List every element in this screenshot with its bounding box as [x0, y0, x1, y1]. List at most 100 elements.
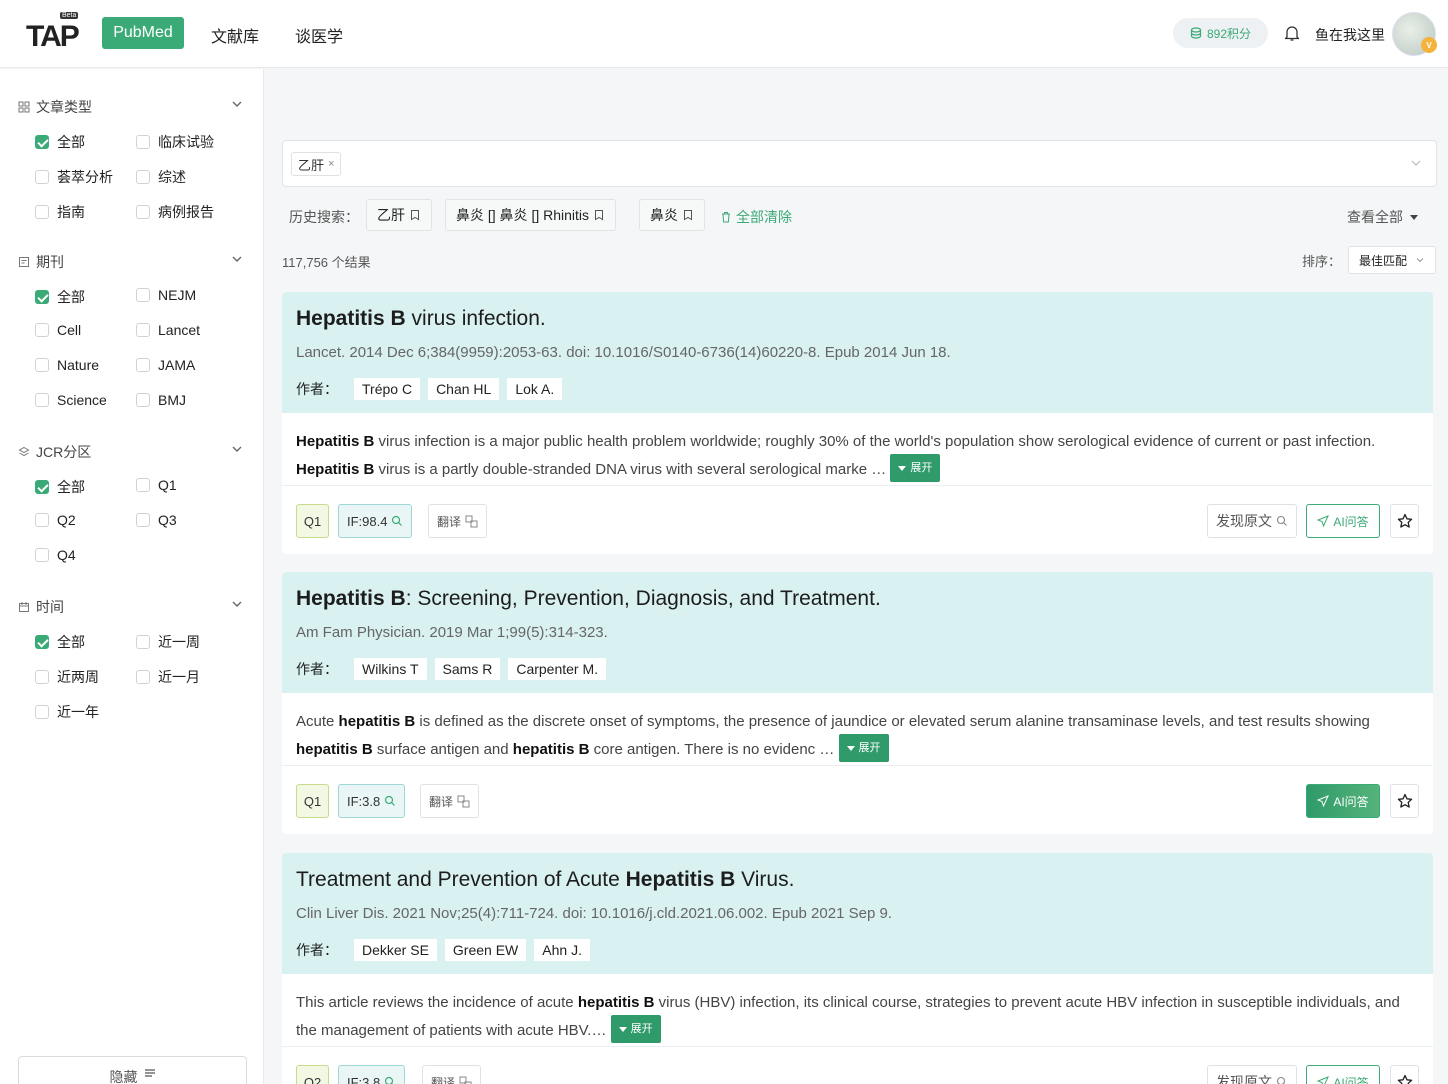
chevron-down-icon[interactable] — [230, 97, 244, 111]
checkbox-jama[interactable]: JAMA — [136, 357, 195, 373]
find-original-button[interactable]: 发现原文 — [1207, 1065, 1297, 1084]
points-badge[interactable]: 892积分 — [1173, 18, 1268, 48]
checkbox-lancet[interactable]: Lancet — [136, 322, 200, 338]
coins-icon — [1190, 27, 1202, 39]
search-tag[interactable]: 乙肝 × — [291, 152, 342, 176]
chevron-down-icon[interactable] — [1410, 157, 1422, 169]
checkbox-q1[interactable]: Q1 — [136, 477, 177, 493]
author-tag[interactable]: Chan HL — [428, 378, 500, 400]
expand-button[interactable]: 展开 — [890, 454, 941, 482]
article-abstract: This article reviews the incidence of ac… — [296, 991, 1420, 1043]
author-tag[interactable]: Sams R — [434, 658, 501, 680]
checkbox-q2[interactable]: Q2 — [35, 512, 76, 528]
author-tag[interactable]: Green EW — [444, 939, 527, 961]
ai-qa-button[interactable]: AI问答 — [1306, 1065, 1380, 1084]
checkbox-cell[interactable]: Cell — [35, 322, 81, 338]
nav-discuss[interactable]: 谈医学 — [295, 23, 343, 47]
chevron-down-icon[interactable] — [230, 442, 244, 456]
chevron-down-icon[interactable] — [230, 252, 244, 266]
calendar-icon — [19, 602, 29, 612]
article-title[interactable]: Hepatitis B virus infection. — [296, 307, 546, 331]
chevron-down-icon — [1416, 258, 1424, 263]
translate-button[interactable]: 翻译 — [420, 784, 480, 818]
star-icon — [1397, 513, 1412, 528]
ai-qa-button[interactable]: AI问答 — [1306, 784, 1380, 818]
quartile-badge: Q1 — [296, 784, 329, 818]
bell-icon[interactable] — [1283, 24, 1301, 42]
checkbox-nejm[interactable]: NEJM — [136, 287, 196, 303]
filter-title: 时间 — [18, 597, 64, 617]
trash-icon — [722, 212, 730, 223]
hide-sidebar-button[interactable]: 隐藏 — [18, 1056, 247, 1084]
checkbox-q3[interactable]: Q3 — [136, 512, 177, 528]
favorite-button[interactable] — [1390, 504, 1419, 538]
favorite-button[interactable] — [1390, 784, 1419, 818]
impact-factor-badge[interactable]: IF:3.8 — [338, 784, 406, 818]
author-tag[interactable]: Lok A. — [507, 378, 563, 400]
impact-factor-badge[interactable]: IF:3.8 — [338, 1065, 406, 1084]
checkbox-q4[interactable]: Q4 — [35, 547, 76, 563]
history-chip[interactable]: 乙肝 — [366, 199, 432, 231]
nav-pubmed[interactable]: PubMed — [102, 17, 184, 49]
article-title[interactable]: Treatment and Prevention of Acute Hepati… — [296, 868, 794, 892]
author-tag[interactable]: Trépo C — [354, 378, 421, 400]
checkbox-time-all[interactable]: 全部 — [35, 632, 85, 652]
checkbox-last-month[interactable]: 近一月 — [136, 667, 200, 687]
checkbox-meta-analysis[interactable]: 荟萃分析 — [35, 167, 113, 187]
checkbox-all[interactable]: 全部 — [35, 132, 85, 152]
checkbox-science[interactable]: Science — [35, 392, 107, 408]
article-source: Lancet. 2014 Dec 6;384(9959):2053-63. do… — [296, 344, 951, 361]
expand-button[interactable]: 展开 — [838, 734, 889, 762]
checkbox-guideline[interactable]: 指南 — [35, 202, 85, 222]
checkbox-review[interactable]: 综述 — [136, 167, 186, 187]
search-input[interactable]: 乙肝 × — [282, 140, 1437, 187]
bookmark-icon[interactable] — [593, 209, 605, 221]
send-icon — [1317, 1076, 1330, 1084]
checkbox-last-two-weeks[interactable]: 近两周 — [35, 667, 99, 687]
avatar[interactable]: V — [1392, 12, 1437, 56]
search-icon — [392, 515, 403, 526]
username[interactable]: 鱼在我这里 — [1315, 25, 1385, 45]
ai-qa-button[interactable]: AI问答 — [1306, 504, 1380, 538]
translate-button[interactable]: 翻译 — [422, 1065, 482, 1084]
article-header: Hepatitis B virus infection. Lancet. 201… — [282, 292, 1433, 413]
journal-icon — [19, 257, 29, 267]
beta-badge: Beta — [60, 12, 79, 19]
author-tag[interactable]: Dekker SE — [354, 939, 437, 961]
search-icon — [1276, 1076, 1286, 1084]
bookmark-icon[interactable] — [409, 209, 421, 221]
author-tag[interactable]: Ahn J. — [534, 939, 590, 961]
quartile-badge: Q1 — [296, 504, 329, 538]
favorite-button[interactable] — [1390, 1065, 1419, 1084]
close-icon[interactable]: × — [328, 158, 334, 170]
author-tag[interactable]: Wilkins T — [354, 658, 427, 680]
checkbox-journal-all[interactable]: 全部 — [35, 287, 85, 307]
filter-sidebar: 文章类型 期刊 JCR分区 时间 全部 临床试验 荟萃分析 综述 指南 病例报告… — [0, 69, 264, 1084]
send-icon — [1317, 795, 1330, 807]
checkbox-case-report[interactable]: 病例报告 — [136, 202, 214, 222]
impact-factor-badge[interactable]: IF:98.4 — [338, 504, 413, 538]
bookmark-icon[interactable] — [682, 209, 694, 221]
caret-down-icon — [898, 466, 907, 471]
history-chip[interactable]: 鼻炎 — [639, 199, 705, 231]
checkbox-last-week[interactable]: 近一周 — [136, 632, 200, 652]
checkbox-jcr-all[interactable]: 全部 — [35, 477, 85, 497]
view-all-button[interactable]: 查看全部 — [1347, 207, 1419, 227]
tap-logo[interactable]: Beta TAP — [26, 12, 80, 53]
quartile-badge: Q2 — [296, 1065, 329, 1084]
checkbox-nature[interactable]: Nature — [35, 357, 99, 373]
translate-button[interactable]: 翻译 — [428, 504, 488, 538]
sort-select[interactable]: 最佳匹配 — [1348, 246, 1436, 274]
chevron-down-icon[interactable] — [230, 597, 244, 611]
checkbox-clinical-trial[interactable]: 临床试验 — [136, 132, 214, 152]
checkbox-bmj[interactable]: BMJ — [136, 392, 186, 408]
expand-button[interactable]: 展开 — [610, 1015, 661, 1043]
clear-all-button[interactable]: 全部清除 — [720, 207, 792, 227]
history-chip[interactable]: 鼻炎 [] 鼻炎 [] Rhinitis — [445, 199, 617, 231]
author-tag[interactable]: Carpenter M. — [508, 658, 607, 680]
nav-library[interactable]: 文献库 — [211, 23, 259, 47]
find-original-button[interactable]: 发现原文 — [1207, 504, 1297, 538]
caret-down-icon — [618, 1027, 627, 1032]
article-title[interactable]: Hepatitis B: Screening, Prevention, Diag… — [296, 587, 881, 611]
checkbox-last-year[interactable]: 近一年 — [35, 702, 99, 722]
